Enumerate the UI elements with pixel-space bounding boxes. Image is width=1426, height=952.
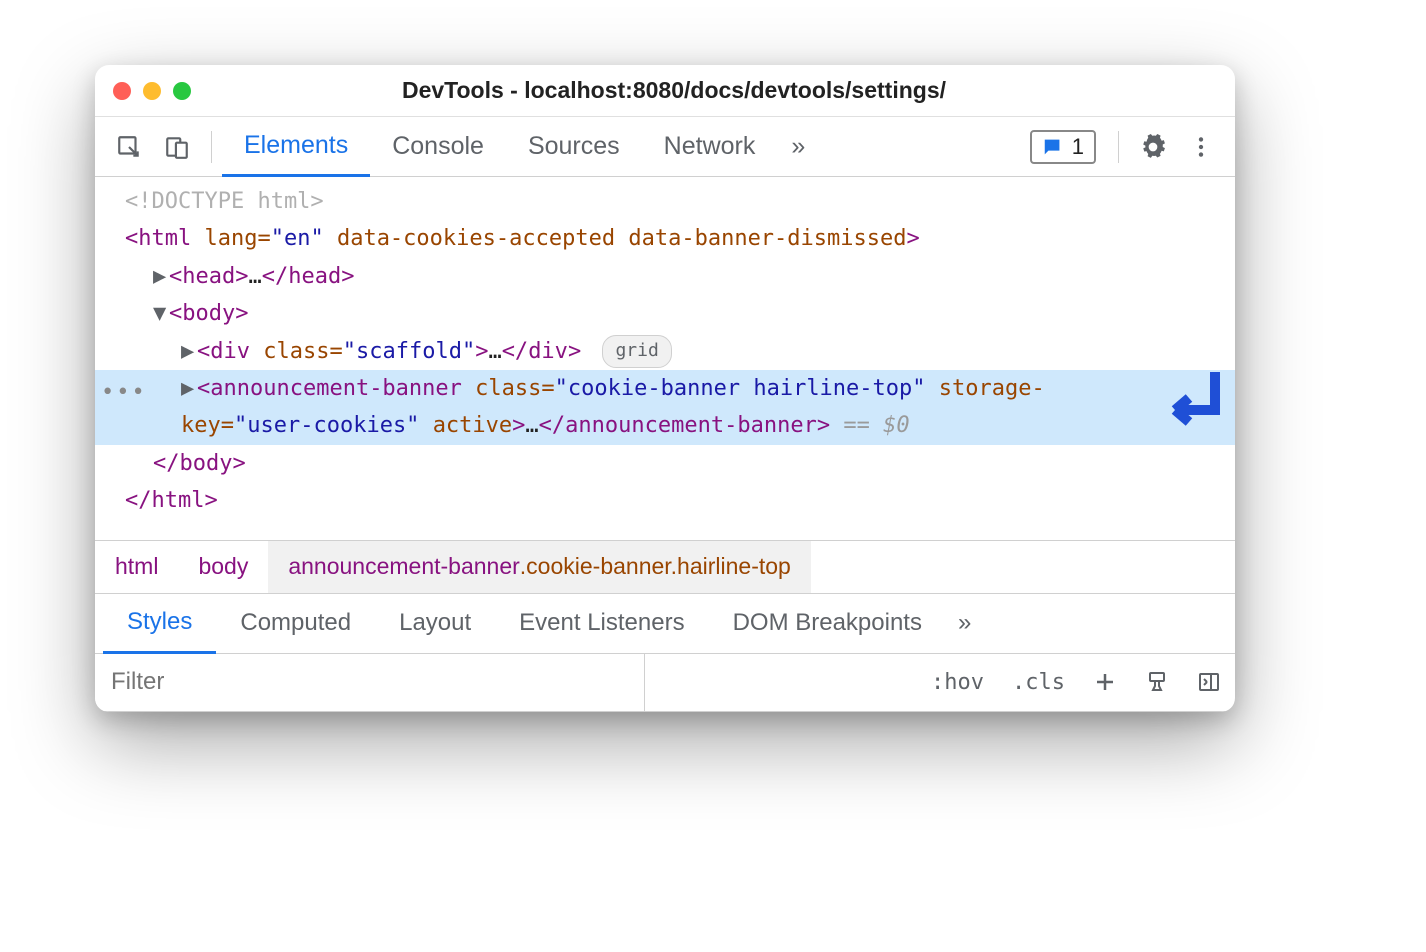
paint-brush-icon[interactable] (1131, 654, 1183, 711)
expand-icon[interactable]: ▶ (181, 333, 195, 370)
dom-head[interactable]: ▶<head>…</head> (95, 258, 1235, 295)
styles-filter-input[interactable] (95, 654, 645, 711)
styles-tabbar: Styles Computed Layout Event Listeners D… (95, 594, 1235, 654)
styles-toolbar: :hov .cls (95, 654, 1235, 712)
main-tabbar: Elements Console Sources Network » 1 (95, 117, 1235, 177)
hov-button[interactable]: :hov (917, 654, 998, 711)
issues-count: 1 (1072, 134, 1084, 160)
dom-html-open[interactable]: <html lang="en" data-cookies-accepted da… (95, 220, 1235, 257)
window-title: DevTools - localhost:8080/docs/devtools/… (191, 77, 1157, 104)
dom-html-close[interactable]: </html> (95, 482, 1235, 519)
crumb-announcement-banner[interactable]: announcement-banner.cookie-banner.hairli… (268, 541, 811, 593)
dom-div-scaffold[interactable]: ▶<div class="scaffold">…</div> grid (95, 333, 1235, 370)
expand-icon[interactable]: ▶ (181, 370, 195, 407)
console-ref: == $0 (843, 413, 909, 438)
devtools-window: DevTools - localhost:8080/docs/devtools/… (95, 65, 1235, 712)
dom-body-open[interactable]: ▼<body> (95, 295, 1235, 332)
titlebar: DevTools - localhost:8080/docs/devtools/… (95, 65, 1235, 117)
tab-network[interactable]: Network (642, 117, 778, 177)
dom-announcement-banner[interactable]: ••• ▶<announcement-banner class="cookie-… (95, 370, 1235, 445)
inspect-element-icon[interactable] (111, 129, 147, 165)
cls-button[interactable]: .cls (998, 654, 1079, 711)
gutter-menu-icon[interactable]: ••• (101, 374, 147, 411)
crumb-body[interactable]: body (178, 541, 268, 593)
more-tabs-icon[interactable]: » (777, 132, 819, 161)
kebab-menu-icon[interactable] (1183, 129, 1219, 165)
dom-tree[interactable]: <!DOCTYPE html> <html lang="en" data-coo… (95, 177, 1235, 540)
tab-sources[interactable]: Sources (506, 117, 642, 177)
maximize-window-button[interactable] (173, 82, 191, 100)
crumb-html[interactable]: html (95, 541, 178, 593)
new-style-rule-icon[interactable] (1079, 654, 1131, 711)
tab-event-listeners[interactable]: Event Listeners (495, 593, 708, 653)
dom-body-close[interactable]: </body> (95, 445, 1235, 482)
expand-icon[interactable]: ▶ (153, 258, 167, 295)
grid-badge[interactable]: grid (602, 335, 671, 368)
tab-console[interactable]: Console (370, 117, 506, 177)
tab-styles[interactable]: Styles (103, 594, 216, 654)
tab-dom-breakpoints[interactable]: DOM Breakpoints (709, 593, 946, 653)
more-styles-tabs-icon[interactable]: » (946, 593, 983, 653)
collapse-icon[interactable]: ▼ (153, 295, 167, 332)
pointer-arrow-icon (1167, 370, 1223, 440)
minimize-window-button[interactable] (143, 82, 161, 100)
tab-computed[interactable]: Computed (216, 593, 375, 653)
close-window-button[interactable] (113, 82, 131, 100)
computed-sidebar-toggle-icon[interactable] (1183, 654, 1235, 711)
issues-badge[interactable]: 1 (1030, 130, 1096, 164)
device-toolbar-icon[interactable] (159, 129, 195, 165)
tab-layout[interactable]: Layout (375, 593, 495, 653)
traffic-lights (113, 82, 191, 100)
settings-gear-icon[interactable] (1135, 129, 1171, 165)
dom-doctype[interactable]: <!DOCTYPE html> (95, 183, 1235, 220)
tab-elements[interactable]: Elements (222, 117, 370, 177)
breadcrumb: html body announcement-banner.cookie-ban… (95, 540, 1235, 594)
